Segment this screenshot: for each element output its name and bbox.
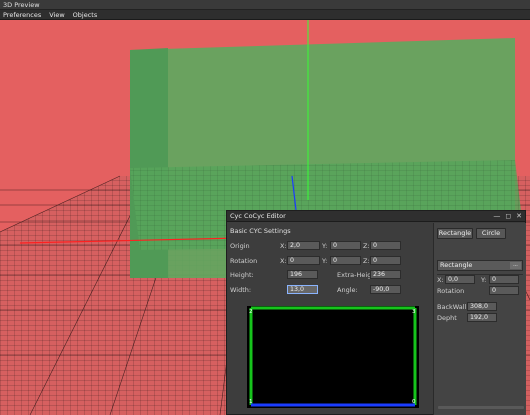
corner-label-br: 0 [412,399,416,405]
rotation-z-label: Z: [363,257,370,265]
origin-y-label: Y: [322,242,328,250]
maximize-icon[interactable]: ◻ [505,211,511,222]
shape-y-input[interactable]: 0 [489,275,519,284]
close-icon[interactable]: ✕ [516,211,522,222]
menu-bar: Preferences View Objects [0,10,530,20]
backwall-label: BackWall [437,303,467,311]
menu-view[interactable]: View [49,10,64,19]
cyc-editor-window: Cyc CoCyc Editor — ◻ ✕ Basic CYC Setting… [226,210,526,415]
depth-input[interactable]: 192,0 [467,313,497,322]
extra-height-input[interactable]: 236 [370,270,401,279]
angle-input[interactable]: -90,0 [370,285,401,294]
width-input[interactable]: 13,0 [287,285,318,294]
shape-x-input[interactable]: 0,0 [445,275,475,284]
shape-settings-pane: Rectangle Circle Rectangle ... X: 0,0 Y:… [433,223,526,415]
shape-select[interactable]: Rectangle ... [437,260,523,271]
window-title: 3D Preview [0,0,530,10]
shape-options-button[interactable]: ... [510,262,521,269]
basic-settings-pane: Basic CYC Settings Origin X: 2,0 Y: 0 Z:… [227,223,432,415]
rectangle-button[interactable]: Rectangle [437,228,473,239]
menu-preferences[interactable]: Preferences [3,10,41,19]
shape-rotation-input[interactable]: 0 [489,286,519,295]
origin-label: Origin [230,242,250,250]
rotation-x-label: X: [280,257,287,265]
height-label: Height: [230,271,254,279]
rotation-y-input[interactable]: 0 [330,256,361,265]
shape-x-label: X: [437,276,444,284]
depth-label: Depht [437,314,457,322]
rotation-z-input[interactable]: 0 [370,256,401,265]
backwall-input[interactable]: 308,0 [467,302,497,311]
corner-label-tr: 3 [412,309,416,315]
origin-x-label: X: [280,242,287,250]
horizontal-scrollbar[interactable] [438,406,524,409]
rotation-y-label: Y: [322,257,328,265]
corner-label-bl: 1 [249,399,253,405]
rotation-label: Rotation [230,257,258,265]
shape-preview-drawing [249,306,417,407]
corner-label-tl: 2 [249,309,253,315]
circle-button[interactable]: Circle [476,228,506,239]
menu-objects[interactable]: Objects [73,10,98,19]
minimize-icon[interactable]: — [493,211,500,222]
shape-rotation-label: Rotation [437,287,465,295]
origin-z-label: Z: [363,242,370,250]
height-input[interactable]: 196 [287,270,318,279]
origin-y-input[interactable]: 0 [330,241,361,250]
width-label: Width: [230,286,252,294]
origin-z-input[interactable]: 0 [370,241,401,250]
angle-label: Angle: [337,286,358,294]
editor-title-bar[interactable]: Cyc CoCyc Editor — ◻ ✕ [227,211,525,222]
shape-select-value: Rectangle [440,261,473,269]
origin-x-input[interactable]: 2,0 [287,241,320,250]
rotation-x-input[interactable]: 0 [287,256,320,265]
shape-y-label: Y: [481,276,487,284]
editor-title: Cyc CoCyc Editor [230,212,286,220]
shape-preview-canvas[interactable]: 2 3 1 0 [247,306,419,408]
section-title: Basic CYC Settings [230,227,291,235]
